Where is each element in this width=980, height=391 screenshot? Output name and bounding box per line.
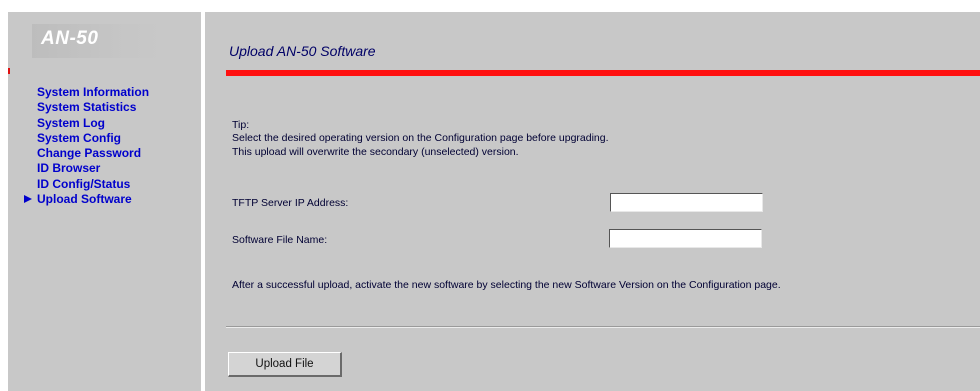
tip-text-line-2: This upload will overwrite the secondary…: [232, 146, 519, 158]
logo: AN-50: [32, 24, 167, 58]
tftp-server-ip-input[interactable]: [610, 193, 763, 212]
sidebar-item-label: ID Config/Status: [37, 176, 131, 191]
left-margin: [0, 0, 8, 391]
sidebar-nav: System Information System Statistics Sys…: [24, 85, 149, 207]
sidebar-red-marker: [8, 68, 10, 74]
title-accent-bar: [226, 70, 980, 76]
tip-label: Tip:: [232, 119, 250, 131]
sidebar-item-label: System Config: [37, 130, 122, 145]
after-upload-note: After a successful upload, activate the …: [232, 279, 781, 291]
sidebar-item-id-config-status[interactable]: ID Config/Status: [24, 177, 149, 192]
top-margin: [0, 0, 980, 12]
sidebar-item-label: System Log: [37, 115, 106, 130]
sidebar-item-upload-software[interactable]: Upload Software: [24, 192, 149, 207]
page: AN-50 System Information System Statisti…: [0, 0, 980, 391]
divider: [226, 326, 980, 328]
logo-text: AN-50: [41, 28, 99, 49]
software-file-name-input[interactable]: [609, 229, 762, 248]
sidebar-item-id-browser[interactable]: ID Browser: [24, 161, 149, 176]
sidebar-item-system-statistics[interactable]: System Statistics: [24, 100, 149, 115]
sidebar-item-label: Upload Software: [37, 192, 132, 207]
software-file-name-label: Software File Name:: [232, 234, 328, 246]
page-title: Upload AN-50 Software: [229, 43, 376, 59]
sidebar-item-change-password[interactable]: Change Password: [24, 146, 149, 161]
sidebar-item-system-log[interactable]: System Log: [24, 116, 149, 131]
sidebar-item-label: ID Browser: [37, 161, 101, 176]
upload-file-button[interactable]: Upload File: [228, 352, 342, 377]
sidebar-item-system-config[interactable]: System Config: [24, 131, 149, 146]
triangle-right-icon: [24, 195, 32, 204]
sidebar-item-label: Change Password: [37, 146, 142, 161]
sidebar-item-system-information[interactable]: System Information: [24, 85, 149, 100]
tip-text-line-1: Select the desired operating version on …: [232, 132, 609, 144]
sidebar-item-label: System Statistics: [37, 100, 137, 115]
sidebar-item-label: System Information: [37, 85, 150, 99]
tftp-server-ip-label: TFTP Server IP Address:: [232, 197, 349, 209]
